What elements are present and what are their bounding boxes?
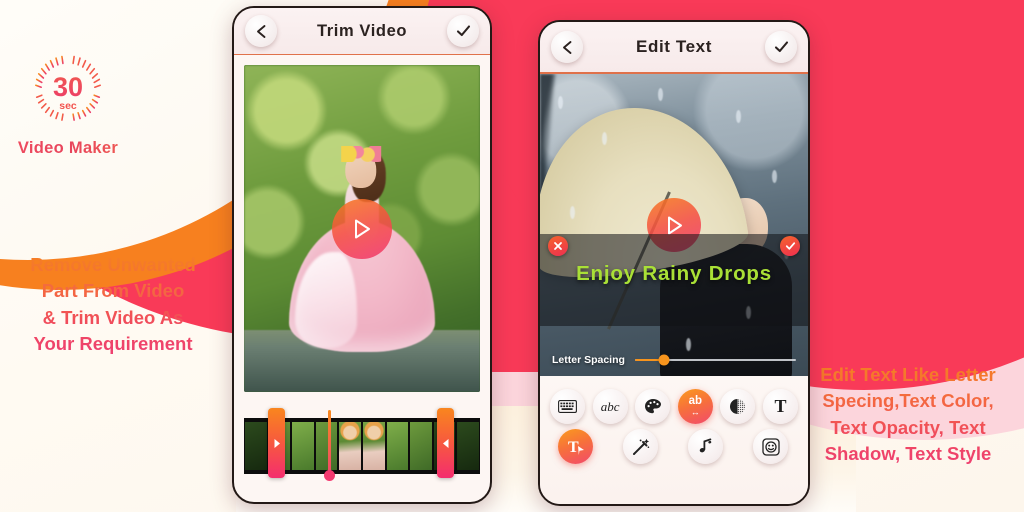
opacity-icon[interactable] — [720, 389, 756, 424]
close-icon — [554, 242, 562, 250]
sticker-glyph-icon — [761, 437, 780, 456]
filmstrip-frame — [315, 422, 338, 470]
text-shadow-icon[interactable]: T — [762, 389, 798, 424]
stopwatch-icon: 30 sec — [29, 52, 107, 130]
letter-spacing-label: Letter Spacing — [552, 354, 625, 366]
raindrop — [772, 170, 777, 183]
copy-line: Specing,Text Color, — [822, 390, 994, 412]
ab-label: ab — [688, 395, 702, 407]
filmstrip-frame — [457, 422, 479, 470]
color-palette-icon[interactable] — [635, 389, 671, 424]
filmstrip-frame — [292, 422, 314, 470]
raindrop — [686, 338, 691, 351]
edit-text-toolbar: abc ab ↔ T T — [540, 376, 808, 504]
stopwatch-unit: sec — [59, 100, 77, 112]
chevron-left-icon — [256, 24, 265, 38]
filmstrip-frame — [410, 422, 432, 470]
apply-text-button[interactable] — [780, 236, 800, 256]
magic-wand-icon[interactable] — [623, 429, 658, 464]
app-logo: 30 sec Video Maker — [8, 52, 128, 158]
filmstrip-frame — [386, 422, 409, 470]
confirm-button[interactable] — [447, 15, 479, 47]
T-cursor-glyph-icon: T — [568, 439, 584, 456]
music-glyph-icon — [699, 438, 712, 453]
overlay-text[interactable]: Enjoy Rainy Drops — [540, 262, 808, 286]
poster-canvas: 30 sec Video Maker Remove Unwanted Part … — [0, 0, 1024, 512]
raindrop — [570, 206, 575, 219]
right-marketing-copy: Edit Text Like Letter Specing,Text Color… — [792, 362, 1024, 467]
chevron-left-icon — [562, 40, 571, 54]
raindrop — [736, 110, 741, 123]
check-icon — [456, 25, 470, 37]
raindrop — [658, 88, 663, 101]
copy-line: Edit Text Like Letter — [820, 364, 996, 385]
play-triangle-left-icon — [442, 438, 448, 448]
slider-thumb[interactable] — [658, 354, 670, 366]
palette-glyph-icon — [644, 399, 661, 414]
copy-line: Part From Video — [41, 280, 185, 302]
check-icon — [785, 242, 795, 250]
app-name: Video Maker — [8, 139, 128, 158]
ab-arrows-glyph: ab ↔ — [688, 395, 702, 417]
filmstrip-frame — [362, 422, 385, 470]
filmstrip-frame — [339, 422, 361, 470]
play-triangle-right-icon — [274, 438, 280, 448]
trim-end-handle[interactable] — [437, 408, 454, 478]
back-button[interactable] — [245, 15, 277, 47]
left-marketing-copy: Remove Unwanted Part From Video & Trim V… — [2, 252, 224, 357]
subject-flower-crown — [341, 146, 382, 162]
video-preview-trim[interactable] — [244, 65, 480, 392]
double-arrow-glyph: ↔ — [690, 407, 700, 417]
toolbar-row-primary: abc ab ↔ T — [540, 384, 808, 424]
letter-spacing-control[interactable]: Letter Spacing — [540, 354, 808, 366]
copy-line: Shadow, Text Style — [824, 442, 992, 464]
subject-dress-veil — [295, 252, 357, 348]
keyboard-glyph-icon — [558, 400, 577, 413]
opacity-glyph-icon — [730, 399, 746, 414]
copy-line: Text Opacity, Text — [830, 416, 986, 438]
raindrop — [558, 96, 563, 109]
delete-text-button[interactable] — [548, 236, 568, 256]
raindrop — [602, 132, 607, 145]
filmstrip-frame — [245, 422, 267, 470]
phone-mockup-trim-video: Trim Video — [232, 6, 492, 504]
trim-timeline[interactable] — [244, 408, 480, 481]
appbar-trim-video: Trim Video — [234, 8, 490, 55]
sticker-icon[interactable] — [753, 429, 788, 464]
letter-spacing-icon[interactable]: ab ↔ — [677, 389, 713, 424]
text-tool-icon[interactable]: T — [558, 429, 593, 464]
trim-start-handle[interactable] — [268, 408, 285, 478]
play-button[interactable] — [332, 198, 392, 259]
copy-line: Your Requirement — [33, 332, 193, 354]
play-icon — [355, 219, 370, 238]
phone-mockup-edit-text: Edit Text Enjoy Rainy Drops Letter Spaci… — [538, 20, 810, 506]
copy-line: & Trim Video As — [42, 306, 184, 328]
page-title: Trim Video — [316, 21, 408, 40]
letter-spacing-slider[interactable] — [634, 354, 796, 366]
video-preview-edit-text[interactable]: Enjoy Rainy Drops Letter Spacing — [540, 73, 808, 376]
T-glyph: T — [774, 396, 787, 416]
copy-line: Remove Unwanted — [30, 254, 196, 275]
page-title: Edit Text — [636, 37, 712, 56]
wand-glyph-icon — [632, 438, 649, 455]
abc-glyph: abc — [600, 398, 620, 414]
font-style-icon[interactable]: abc — [592, 389, 628, 424]
appbar-edit-text: Edit Text — [540, 22, 808, 73]
svg-text:T: T — [568, 439, 579, 456]
music-note-icon[interactable] — [688, 429, 723, 464]
check-icon — [774, 41, 788, 53]
confirm-button[interactable] — [765, 31, 797, 63]
toolbar-row-secondary: T — [540, 424, 808, 464]
play-icon — [667, 216, 682, 234]
keyboard-icon[interactable] — [550, 389, 585, 424]
stopwatch-number: 30 — [53, 72, 83, 102]
back-button[interactable] — [551, 31, 583, 63]
timeline-playhead[interactable] — [324, 410, 335, 481]
